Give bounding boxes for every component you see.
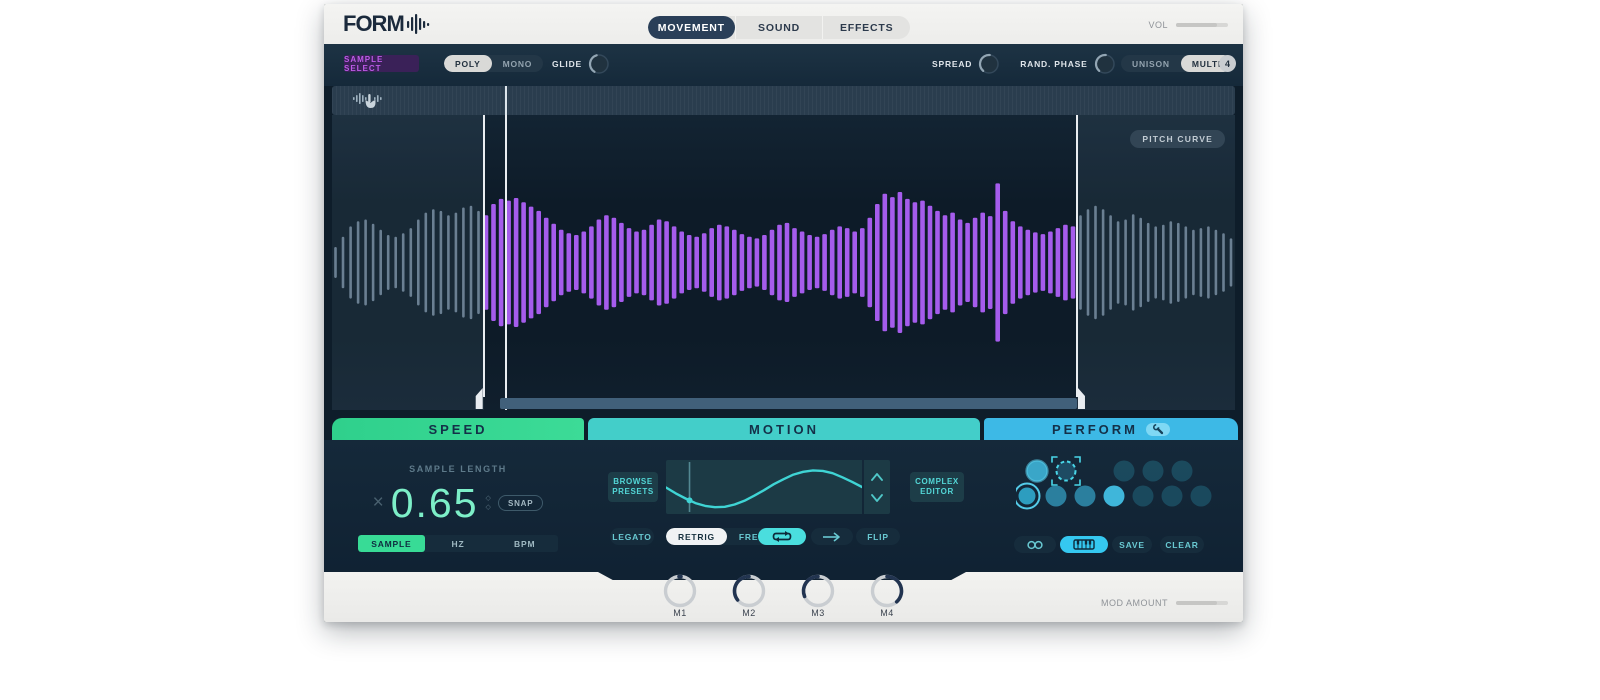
poly-mono-toggle: POLY MONO xyxy=(444,55,543,72)
header-bar: FORM MOVEMENT SOUND EFFECTS VOL xyxy=(324,4,1243,44)
snap-button[interactable]: SNAP xyxy=(498,495,543,511)
chevron-down-icon[interactable] xyxy=(871,494,883,502)
link-button[interactable] xyxy=(1014,536,1056,553)
tab-sound[interactable]: SOUND xyxy=(735,16,823,39)
macro-knob-m2[interactable]: M2 xyxy=(714,572,784,622)
mod-amount-slider[interactable] xyxy=(1176,601,1228,605)
perform-tab-label: PERFORM xyxy=(1052,422,1138,437)
link-icon xyxy=(1026,540,1044,550)
overview-playhead[interactable] xyxy=(505,86,507,115)
flip-button[interactable]: FLIP xyxy=(856,528,900,545)
mode-sample-button[interactable]: SAMPLE xyxy=(358,535,425,552)
snapshot-slot[interactable] xyxy=(1075,486,1096,507)
loop-mode-button[interactable] xyxy=(758,528,806,545)
sample-length-value[interactable]: 0.65 xyxy=(391,480,479,527)
glide-label: GLIDE xyxy=(552,59,582,69)
snapshot-slot[interactable] xyxy=(1162,486,1183,507)
snapshot-slot[interactable] xyxy=(1027,461,1048,482)
snapshot-slot[interactable] xyxy=(1172,461,1193,482)
selection-end-handle[interactable] xyxy=(1076,115,1078,397)
macro-knob-m3[interactable]: M3 xyxy=(783,572,853,622)
macro-label: M4 xyxy=(880,608,894,618)
waveform-display[interactable]: PITCH CURVE xyxy=(332,115,1235,410)
unison-multi-toggle: UNISON MULTI xyxy=(1121,55,1232,72)
legato-button[interactable]: LEGATO xyxy=(610,528,654,545)
spread-label: SPREAD xyxy=(932,59,972,69)
sample-select-button[interactable]: SAMPLE SELECT xyxy=(344,55,419,72)
stepper-down-icon[interactable]: ◇ xyxy=(486,504,491,511)
wave-playhead[interactable] xyxy=(505,115,507,410)
perform-settings-pill[interactable] xyxy=(1146,423,1170,436)
macro-knob-m4[interactable]: M4 xyxy=(852,572,922,622)
tab-effects[interactable]: EFFECTS xyxy=(822,16,910,39)
stepper-up-icon[interactable]: ◇ xyxy=(486,495,491,502)
snapshot-slot[interactable] xyxy=(1016,484,1040,509)
wrench-icon xyxy=(1152,423,1164,435)
lower-panels: SAMPLE LENGTH × 0.65 ◇ ◇ SNAP SAMPLE HZ … xyxy=(324,440,1243,572)
chevron-up-icon[interactable] xyxy=(871,473,883,481)
arrow-right-icon xyxy=(822,532,842,542)
motion-curve-display[interactable] xyxy=(666,460,862,514)
preset-stepper xyxy=(864,460,890,514)
vol-label: VOL xyxy=(1148,20,1168,30)
snapshot-grid[interactable] xyxy=(1016,456,1231,520)
keyboard-icon xyxy=(1073,539,1095,550)
clear-button[interactable]: CLEAR xyxy=(1160,536,1204,553)
save-button[interactable]: SAVE xyxy=(1112,536,1152,553)
logo-waveform-icon xyxy=(406,12,432,36)
app-logo: FORM xyxy=(343,11,432,37)
macro-knob-m1[interactable]: M1 xyxy=(645,572,715,622)
poly-button[interactable]: POLY xyxy=(444,55,492,72)
unison-button[interactable]: UNISON xyxy=(1121,55,1181,72)
snapshot-slot[interactable] xyxy=(1052,457,1080,485)
glide-knob[interactable] xyxy=(588,53,610,75)
value-stepper[interactable]: ◇ ◇ xyxy=(486,495,491,511)
macro-label: M1 xyxy=(673,608,687,618)
section-tab-perform[interactable]: PERFORM xyxy=(984,418,1238,440)
snapshot-slot[interactable] xyxy=(1104,486,1125,507)
snapshot-slot[interactable] xyxy=(1046,486,1067,507)
snapshot-slot[interactable] xyxy=(1143,461,1164,482)
loop-icon xyxy=(772,531,792,542)
multiplier-sign: × xyxy=(373,492,384,514)
mode-bpm-button[interactable]: BPM xyxy=(491,535,558,552)
wave-zoom-scrollbar[interactable] xyxy=(500,398,1077,409)
section-tab-motion[interactable]: MOTION xyxy=(588,418,980,440)
sample-overview-strip[interactable] xyxy=(332,86,1235,115)
mod-amount-label: MOD AMOUNT xyxy=(1101,598,1168,608)
selection-start-handle[interactable] xyxy=(483,115,485,397)
speed-mode-switch: SAMPLE HZ BPM xyxy=(358,535,558,552)
complex-editor-button[interactable]: COMPLEX EDITOR xyxy=(910,472,964,502)
plugin-window: FORM MOVEMENT SOUND EFFECTS VOL xyxy=(324,4,1243,622)
rand-phase-knob[interactable] xyxy=(1094,53,1116,75)
snapshot-slot[interactable] xyxy=(1114,461,1135,482)
spread-knob[interactable] xyxy=(978,53,1000,75)
snapshot-slot[interactable] xyxy=(1133,486,1154,507)
sample-length-title: SAMPLE LENGTH xyxy=(332,464,584,474)
footer-bar: M1 M2 M3 M4 MOD AMOUNT xyxy=(324,572,1243,622)
macro-label: M2 xyxy=(742,608,756,618)
browse-presets-button[interactable]: BROWSE PRESETS xyxy=(608,472,658,502)
keyboard-mode-button[interactable] xyxy=(1060,536,1108,553)
pitch-curve-button[interactable]: PITCH CURVE xyxy=(1130,130,1225,148)
rand-phase-label: RAND. PHASE xyxy=(1020,59,1087,69)
snapshot-slot[interactable] xyxy=(1191,486,1212,507)
oneshot-mode-button[interactable] xyxy=(811,528,853,545)
section-tab-speed[interactable]: SPEED xyxy=(332,418,584,440)
mode-hz-button[interactable]: HZ xyxy=(425,535,492,552)
tab-movement[interactable]: MOVEMENT xyxy=(648,16,735,39)
voices-count-badge[interactable]: 4 xyxy=(1219,55,1236,72)
macro-label: M3 xyxy=(811,608,825,618)
main-tab-bar: MOVEMENT SOUND EFFECTS xyxy=(648,16,910,39)
drag-sample-hand-icon xyxy=(352,90,386,112)
logo-text: FORM xyxy=(343,11,404,37)
motion-curve xyxy=(666,460,862,514)
retrig-button[interactable]: RETRIG xyxy=(666,528,727,545)
waveform-bars xyxy=(332,115,1235,410)
mono-button[interactable]: MONO xyxy=(492,55,544,72)
vol-slider[interactable] xyxy=(1176,23,1228,27)
